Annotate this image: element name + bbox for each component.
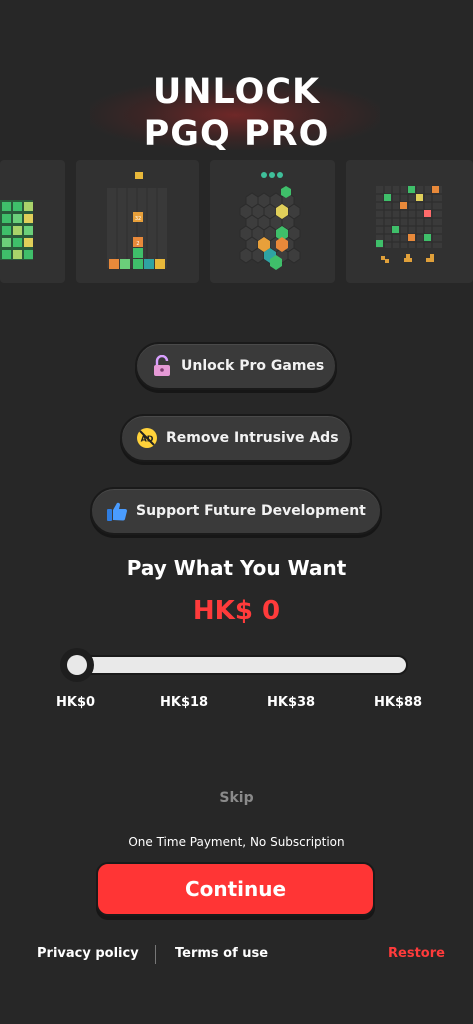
terms-of-use-link[interactable]: Terms of use [175, 946, 268, 961]
privacy-policy-link[interactable]: Privacy policy [37, 946, 139, 961]
no-ads-icon: AD [136, 427, 158, 449]
title-line-1: UNLOCK [152, 72, 321, 112]
grid-game-thumbnail [0, 200, 33, 260]
stack-number: 32 [135, 216, 141, 222]
hex-game-thumbnail [239, 172, 301, 270]
game-preview-hexagon [210, 160, 335, 283]
game-preview-stack: 32 2 [76, 160, 199, 283]
title-line-2: PGQ PRO [143, 114, 330, 154]
support-development-pill: Support Future Development [90, 487, 382, 535]
tick-label: HK$18 [160, 695, 209, 710]
thumbs-up-icon [106, 500, 128, 522]
block-game-thumbnail [376, 186, 442, 263]
footer-divider [155, 945, 156, 964]
game-preview-blocks [346, 160, 473, 283]
unlock-icon [151, 355, 173, 377]
unlock-pro-games-pill: Unlock Pro Games [135, 342, 337, 390]
stack-game-thumbnail: 32 2 [107, 172, 167, 269]
continue-button[interactable]: Continue [96, 862, 375, 916]
skip-button[interactable]: Skip [0, 790, 473, 806]
feature-label: Remove Intrusive Ads [166, 430, 339, 446]
price-slider-track[interactable] [62, 655, 408, 675]
stack-number: 2 [136, 241, 139, 247]
remove-ads-pill: AD Remove Intrusive Ads [120, 414, 352, 462]
feature-label: Support Future Development [136, 503, 366, 519]
pay-what-you-want-title: Pay What You Want [126, 556, 347, 580]
tick-label: HK$0 [56, 695, 96, 710]
game-preview-grid [0, 160, 65, 283]
price-display: HK$ 0 [192, 596, 281, 626]
tick-label: HK$38 [267, 695, 316, 710]
feature-label: Unlock Pro Games [181, 358, 325, 374]
payment-note: One Time Payment, No Subscription [128, 835, 345, 849]
tick-label: HK$88 [374, 695, 423, 710]
restore-link[interactable]: Restore [388, 946, 445, 961]
price-slider-knob[interactable] [60, 648, 94, 682]
